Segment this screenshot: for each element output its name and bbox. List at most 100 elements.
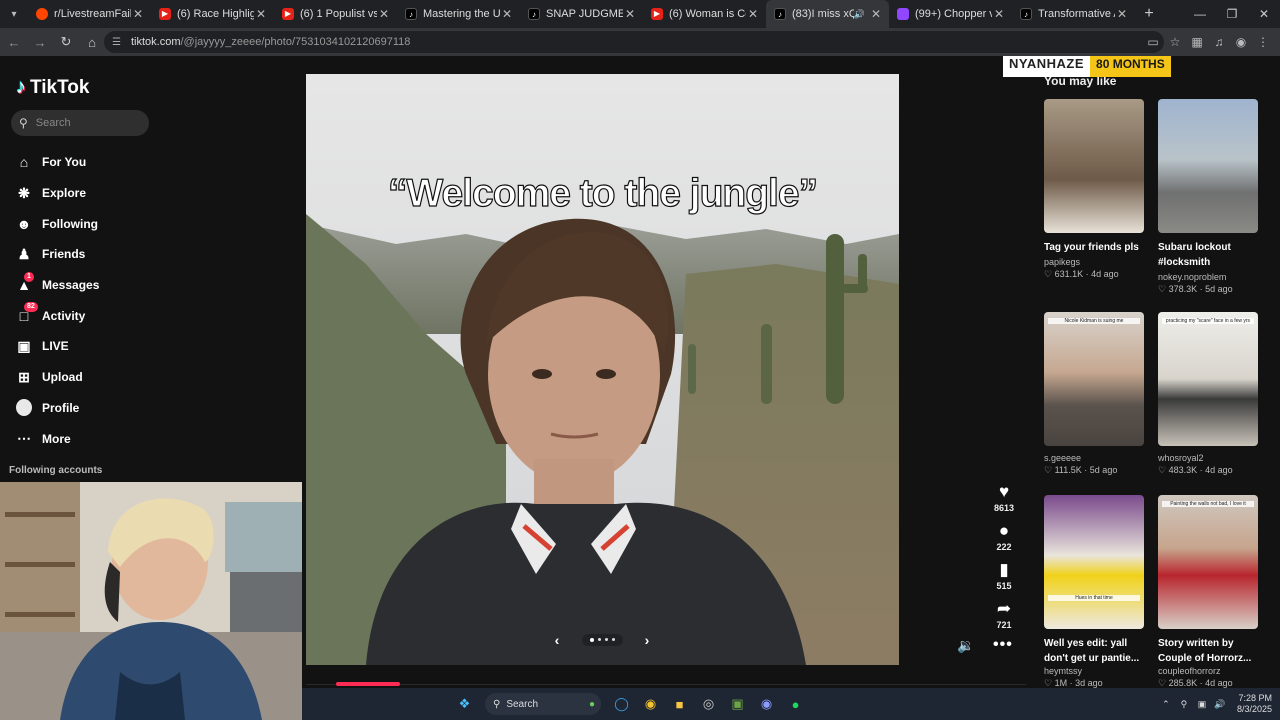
reload-icon[interactable]: ↻ bbox=[54, 30, 78, 54]
chrome-icon[interactable]: ◉ bbox=[639, 692, 663, 716]
tab-2[interactable]: ▶(6) 1 Populist vs 20 D✕ bbox=[274, 0, 397, 28]
close-icon[interactable]: ✕ bbox=[500, 7, 514, 21]
new-tab-button[interactable]: + bbox=[1135, 5, 1163, 23]
search-input[interactable]: ⚲ Search bbox=[11, 110, 149, 136]
progress-track bbox=[306, 684, 1026, 685]
save-button[interactable]: ▮ 515 bbox=[990, 560, 1018, 599]
spotify-icon[interactable]: ● bbox=[784, 692, 808, 716]
stream-sub-alert: NYANHAZE 80 MONTHS bbox=[1003, 56, 1171, 77]
heart-icon: ♥ bbox=[998, 482, 1010, 501]
suggestion-card[interactable]: Subaru lockout #locksmith nokey.noproble… bbox=[1158, 99, 1260, 295]
tab-search-icon[interactable]: ▾ bbox=[0, 0, 28, 28]
tab-7[interactable]: (99+) Chopper vs Ch✕ bbox=[889, 0, 1012, 28]
volume-tray-icon[interactable]: 🔊 bbox=[1211, 699, 1229, 710]
close-icon[interactable]: ✕ bbox=[254, 7, 268, 21]
home-icon[interactable]: ⌂ bbox=[80, 30, 104, 54]
discord-icon[interactable]: ◉ bbox=[755, 692, 779, 716]
thumbnail-caption: Nicole Kidman is suing me bbox=[1048, 318, 1140, 324]
suggestion-card[interactable]: Painting the walls not bad, I love it St… bbox=[1158, 495, 1260, 688]
sidebar-item-for-you[interactable]: ⌂ For You bbox=[16, 147, 156, 178]
suggestion-card[interactable]: Nicole Kidman is suing me s.geeeee ♡ 111… bbox=[1044, 312, 1146, 476]
suggestion-card[interactable]: Hues in that time Well yes edit: yall do… bbox=[1044, 495, 1146, 688]
close-icon[interactable]: ✕ bbox=[869, 7, 883, 21]
suggestion-card[interactable]: practicing my "scare" face in a few yrs … bbox=[1158, 312, 1260, 476]
window-controls: — ❐ ✕ bbox=[1184, 0, 1280, 28]
suggestion-thumbnail: practicing my "scare" face in a few yrs bbox=[1158, 312, 1258, 446]
sidebar-item-more[interactable]: ⋯ More bbox=[16, 423, 156, 454]
close-icon[interactable]: ✕ bbox=[131, 7, 145, 21]
back-icon[interactable]: ← bbox=[2, 30, 26, 54]
suggestion-title: Tag your friends pls bbox=[1044, 242, 1139, 253]
close-icon[interactable]: ✕ bbox=[623, 7, 637, 21]
steam-app-icon[interactable]: ▣ bbox=[726, 692, 750, 716]
close-icon[interactable]: ✕ bbox=[1115, 7, 1129, 21]
bookmark-icon: ▮ bbox=[999, 560, 1009, 579]
restore-icon[interactable]: ❐ bbox=[1216, 0, 1248, 28]
kebab-menu-icon[interactable]: ⋮ bbox=[1252, 30, 1274, 54]
minimize-icon[interactable]: — bbox=[1184, 0, 1216, 28]
tiktok-icon: ♪ bbox=[528, 8, 540, 20]
speaker-icon[interactable]: 🔊 bbox=[854, 9, 865, 20]
tray-overflow-icon[interactable]: ⌃ bbox=[1157, 699, 1175, 710]
like-button[interactable]: ♥ 8613 bbox=[990, 482, 1018, 521]
tiktok-logo-icon: ♪ bbox=[16, 76, 26, 98]
progress-bar[interactable] bbox=[336, 682, 400, 686]
prev-slide-button[interactable]: ‹ bbox=[546, 629, 568, 651]
tab-8[interactable]: ♪Transformative AI In✕ bbox=[1012, 0, 1135, 28]
microphone-icon[interactable]: ⚲ bbox=[1175, 699, 1193, 710]
site-info-icon[interactable]: ☰ bbox=[112, 37, 121, 48]
suggestion-meta: ♡ 378.3K · 5d ago bbox=[1158, 284, 1233, 294]
close-icon[interactable]: ✕ bbox=[746, 7, 760, 21]
taskbar-clock[interactable]: 7:28 PM 8/3/2025 bbox=[1237, 693, 1272, 715]
obs-icon[interactable]: ◎ bbox=[697, 692, 721, 716]
thumbnail-caption: Hues in that time bbox=[1048, 595, 1140, 601]
tiktok-logo[interactable]: ♪ TikTok bbox=[16, 76, 89, 99]
forward-icon[interactable]: → bbox=[28, 30, 52, 54]
more-options-icon[interactable]: ••• bbox=[993, 636, 1013, 654]
extensions-icon[interactable]: ▦ bbox=[1186, 30, 1208, 54]
suggestion-title: Well yes edit: yall don't get ur pantie.… bbox=[1044, 638, 1140, 664]
volume-icon[interactable]: 🔉 bbox=[957, 637, 974, 654]
sidebar-item-explore[interactable]: ❋ Explore bbox=[16, 178, 156, 209]
next-slide-button[interactable]: › bbox=[636, 629, 658, 651]
tab-6-active[interactable]: ♪(83)I miss xQc #j🔊✕ bbox=[766, 0, 889, 28]
tab-1[interactable]: ▶(6) Race Highlights |✕ bbox=[151, 0, 274, 28]
avatar[interactable]: ◉ bbox=[1230, 30, 1252, 54]
tab-4[interactable]: ♪SNAP JUDGMENT: @✕ bbox=[520, 0, 643, 28]
windows-taskbar: ❖ ⚲ Search ● ◯ ◉ ■ ◎ ▣ ◉ ● ⌃ ⚲ ▣ 🔊 7:28 … bbox=[302, 688, 1280, 720]
cast-icon[interactable]: ▭ bbox=[1142, 30, 1164, 54]
file-explorer-icon[interactable]: ■ bbox=[668, 692, 692, 716]
media-control-icon[interactable]: ♫ bbox=[1208, 30, 1230, 54]
bookmark-star-icon[interactable]: ☆ bbox=[1164, 30, 1186, 54]
like-count: 8613 bbox=[993, 503, 1015, 513]
close-window-icon[interactable]: ✕ bbox=[1248, 0, 1280, 28]
suggestion-author: papikegs bbox=[1044, 257, 1081, 267]
post-photo-illustration bbox=[306, 74, 899, 665]
tab-0[interactable]: r/LivestreamFail ✕ bbox=[28, 0, 151, 28]
tiktok-icon: ♪ bbox=[1020, 8, 1032, 20]
tab-5[interactable]: ▶(6) Woman is Convin✕ bbox=[643, 0, 766, 28]
sidebar-item-activity[interactable]: □ 82 Activity bbox=[16, 300, 156, 331]
windows-start-icon[interactable]: ❖ bbox=[453, 692, 477, 716]
tab-3[interactable]: ♪Mastering the Undefe✕ bbox=[397, 0, 520, 28]
sidebar-item-profile[interactable]: Profile bbox=[16, 393, 156, 424]
search-icon: ⚲ bbox=[493, 698, 501, 710]
suggestion-thumbnail: Hues in that time bbox=[1044, 495, 1144, 629]
sidebar-item-upload[interactable]: ⊞ Upload bbox=[16, 362, 156, 393]
taskbar-search[interactable]: ⚲ Search ● bbox=[485, 693, 601, 715]
network-icon[interactable]: ▣ bbox=[1193, 699, 1211, 710]
address-bar[interactable]: ☰ tiktok.com/@jayyyy_zeeee/photo/7531034… bbox=[104, 31, 1164, 53]
comment-button[interactable]: ● 222 bbox=[990, 521, 1018, 560]
post-photo[interactable]: “Welcome to the jungle” ‹ › bbox=[306, 74, 899, 665]
sidebar-item-friends[interactable]: ♟ Friends bbox=[16, 239, 156, 270]
sidebar-item-following[interactable]: ☻ Following bbox=[16, 208, 156, 239]
share-button[interactable]: ➦ 721 bbox=[990, 599, 1018, 638]
sidebar-nav: ⌂ For You ❋ Explore ☻ Following ♟ Friend… bbox=[16, 147, 156, 454]
sidebar-item-live[interactable]: ▣ LIVE bbox=[16, 331, 156, 362]
edge-icon[interactable]: ◯ bbox=[610, 692, 634, 716]
close-icon[interactable]: ✕ bbox=[377, 7, 391, 21]
thumbnail-caption: Painting the walls not bad, I love it bbox=[1162, 501, 1254, 507]
suggestion-card[interactable]: Tag your friends pls papikegs ♡ 631.1K ·… bbox=[1044, 99, 1146, 280]
sidebar-item-messages[interactable]: ▲ 1 Messages bbox=[16, 270, 156, 301]
close-icon[interactable]: ✕ bbox=[992, 7, 1006, 21]
